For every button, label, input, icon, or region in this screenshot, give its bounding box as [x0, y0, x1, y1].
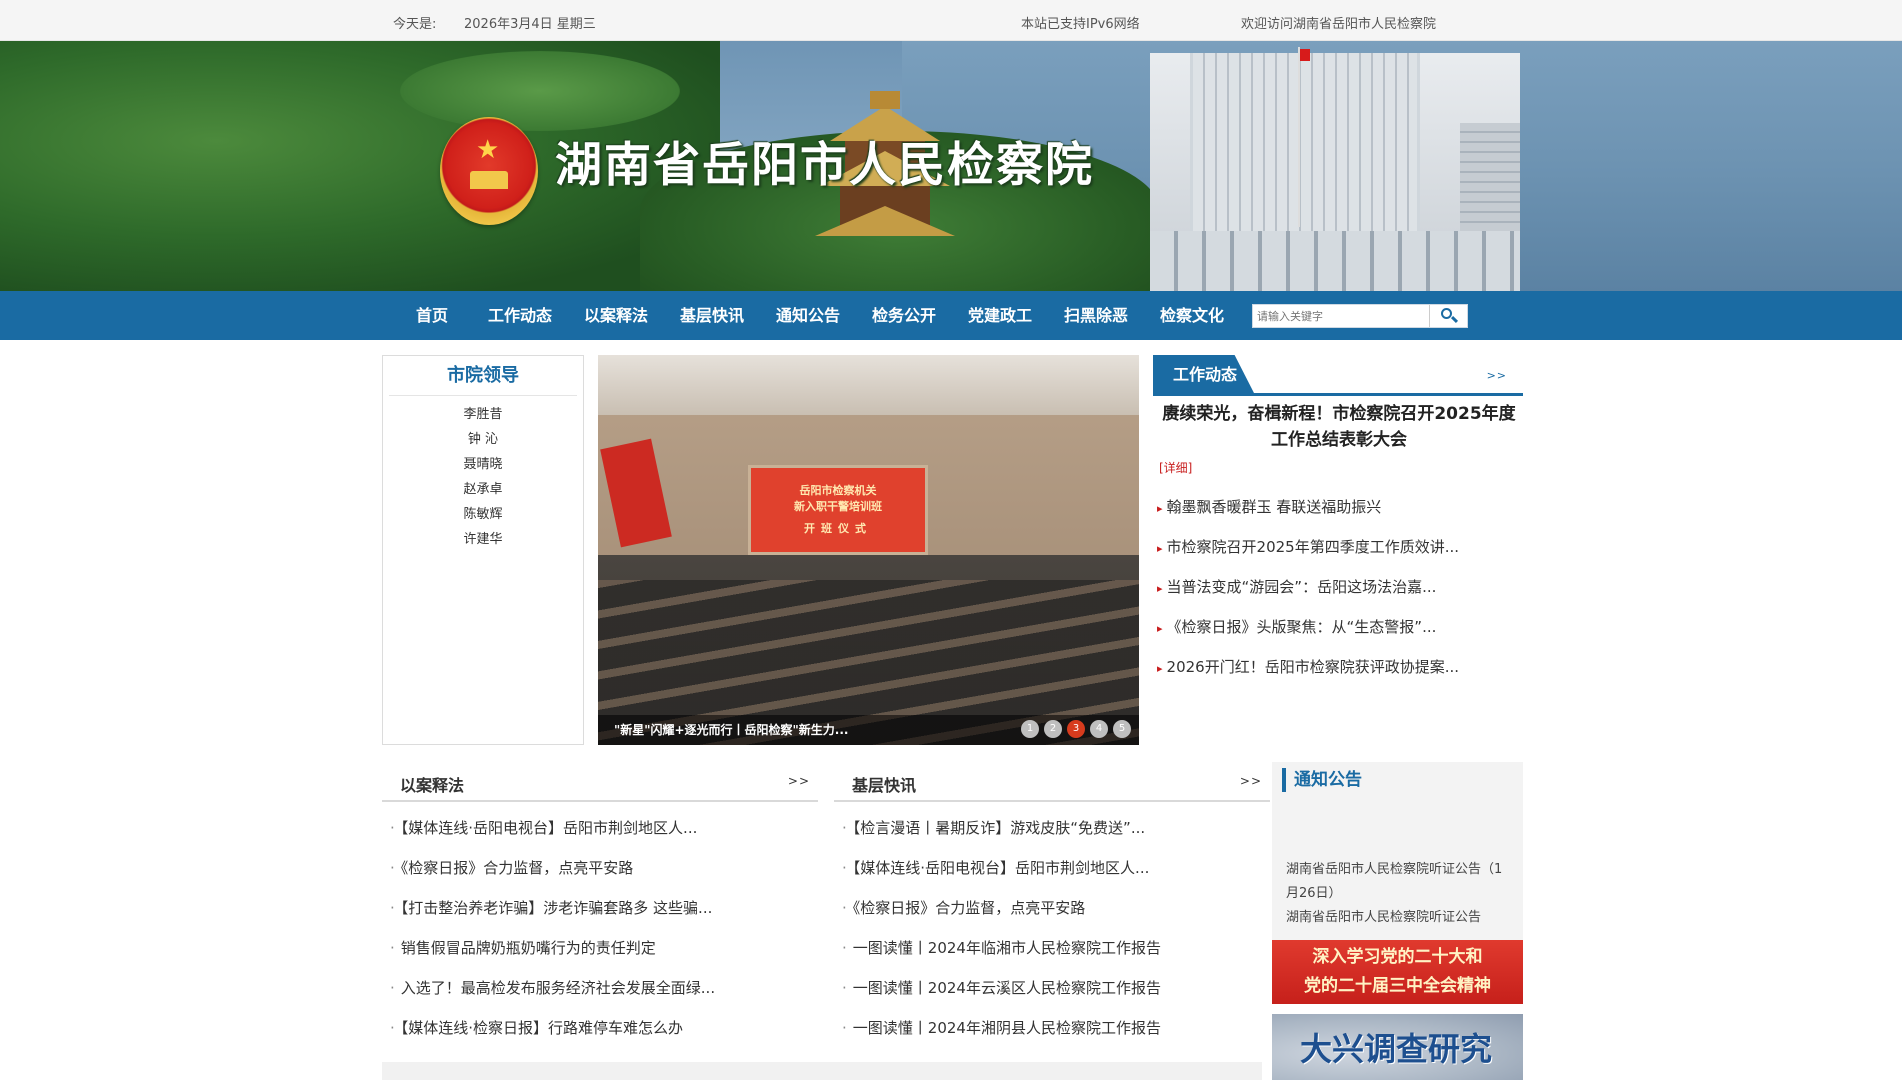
case-law-title: 以案释法	[400, 776, 465, 795]
slide-dot[interactable]: 5	[1113, 720, 1131, 738]
slide-dot[interactable]: 2	[1044, 720, 1062, 738]
work-news-more-link[interactable]: >>	[1487, 369, 1507, 382]
nav-item-anti-crime[interactable]: 扫黑除恶	[1048, 291, 1144, 340]
nav-item-home[interactable]: 首页	[392, 291, 472, 340]
island-image	[400, 51, 680, 131]
national-emblem-logo: ★	[440, 117, 538, 225]
notice-title: 通知公告	[1282, 768, 1362, 792]
list-item[interactable]: 2026开门红！岳阳市检察院获评政协提案...	[1157, 647, 1523, 687]
slide-dot-active[interactable]: 3	[1067, 720, 1085, 738]
header-banner: ★ 湖南省岳阳市人民检察院	[0, 41, 1902, 291]
notice-item[interactable]: 湖南省岳阳市人民检察院听证公告（1月26日）	[1286, 858, 1512, 906]
search-box	[1252, 304, 1468, 328]
case-law-more-link[interactable]: >>	[788, 774, 810, 788]
search-input[interactable]	[1257, 307, 1427, 325]
nav-item-case-law[interactable]: 以案释法	[568, 291, 664, 340]
leaders-list: 李胜昔 钟 沁 聂晴晓 赵承卓 陈敏辉 许建华	[383, 396, 583, 552]
leader-link[interactable]: 聂晴晓	[383, 452, 583, 477]
nav-item-notices[interactable]: 通知公告	[760, 291, 856, 340]
leaders-title: 市院领导	[389, 356, 577, 396]
case-law-list: 【媒体连线·岳阳电视台】岳阳市荆剑地区人... 《检察日报》合力监督，点亮平安路…	[382, 802, 818, 1046]
leaders-panel: 市院领导 李胜昔 钟 沁 聂晴晓 赵承卓 陈敏辉 许建华	[382, 355, 584, 745]
list-item[interactable]: 《检察日报》合力监督，点亮平安路	[382, 846, 818, 886]
nav-item-culture[interactable]: 检察文化	[1144, 291, 1240, 340]
list-item[interactable]: 一图读懂丨2024年湘阴县人民检察院工作报告	[834, 1006, 1270, 1046]
top-info-bar: 今天是: 2026年3月4日 星期三 本站已支持IPv6网络 欢迎访问湖南省岳阳…	[0, 0, 1902, 41]
date-value: 2026年3月4日 星期三	[464, 17, 596, 32]
notice-item[interactable]: 湖南省岳阳市人民检察院听证公告	[1286, 906, 1512, 930]
list-item[interactable]: 【媒体连线·岳阳电视台】岳阳市荆剑地区人...	[834, 846, 1270, 886]
procuratorate-building-image	[1150, 47, 1520, 291]
list-item[interactable]: 《检察日报》头版聚焦：从“生态警报”...	[1157, 607, 1523, 647]
list-item[interactable]: 一图读懂丨2024年临湘市人民检察院工作报告	[834, 926, 1270, 966]
grassroots-list: 【检言漫语丨暑期反诈】游戏皮肤“免费送”... 【媒体连线·岳阳电视台】岳阳市荆…	[834, 802, 1270, 1046]
nav-menu: 首页 工作动态 以案释法 基层快讯 通知公告 检务公开 党建政工 扫黑除恶 检察…	[392, 291, 1240, 340]
nav-item-affairs-disclosure[interactable]: 检务公开	[856, 291, 952, 340]
nav-item-work-news[interactable]: 工作动态	[472, 291, 568, 340]
survey-banner-text: 大兴调查研究	[1300, 1030, 1493, 1068]
list-item[interactable]: 《检察日报》合力监督，点亮平安路	[834, 886, 1270, 926]
list-item[interactable]: 【媒体连线·岳阳电视台】岳阳市荆剑地区人...	[382, 806, 818, 846]
list-item[interactable]: 【检言漫语丨暑期反诈】游戏皮肤“免费送”...	[834, 806, 1270, 846]
promo-line: 深入学习党的二十大和	[1312, 947, 1483, 967]
national-flag-icon	[1300, 49, 1310, 61]
leader-link[interactable]: 许建华	[383, 527, 583, 552]
promo-line: 党的二十届三中全会精神	[1304, 976, 1491, 996]
site-title: 湖南省岳阳市人民检察院	[555, 138, 1094, 193]
slide-pager: 1 2 3 4 5	[1021, 720, 1131, 738]
leader-link[interactable]: 陈敏辉	[383, 502, 583, 527]
work-news-list: 翰墨飘香暖群玉 春联送福助振兴 市检察院召开2025年第四季度工作质效讲... …	[1157, 487, 1523, 687]
headline-detail-link[interactable]: [详细]	[1159, 459, 1192, 476]
list-item[interactable]: 【媒体连线·检察日报】行路难停车难怎么办	[382, 1006, 818, 1046]
screen-line: 开班仪式	[804, 522, 872, 535]
list-item[interactable]: 销售假冒品牌奶瓶奶嘴行为的责任判定	[382, 926, 818, 966]
leader-link[interactable]: 赵承卓	[383, 477, 583, 502]
grassroots-title: 基层快讯	[852, 776, 917, 795]
ipv6-notice: 本站已支持IPv6网络	[1021, 17, 1140, 32]
party-study-banner[interactable]: 深入学习党的二十大和 党的二十届三中全会精神	[1272, 940, 1523, 1004]
screen-line: 岳阳市检察机关	[799, 484, 877, 497]
stage-screen: 岳阳市检察机关 新入职干警培训班 开班仪式	[748, 465, 928, 555]
case-law-panel: 以案释法 >> 【媒体连线·岳阳电视台】岳阳市荆剑地区人... 《检察日报》合力…	[382, 762, 818, 1046]
search-button[interactable]	[1429, 305, 1467, 327]
leader-link[interactable]: 钟 沁	[383, 427, 583, 452]
news-slideshow[interactable]: 岳阳市检察机关 新入职干警培训班 开班仪式 "新星"闪耀+逐光而行丨岳阳检察"新…	[598, 355, 1139, 745]
screen-line: 新入职干警培训班	[794, 500, 882, 513]
welcome-text: 欢迎访问湖南省岳阳市人民检察院	[1241, 17, 1437, 32]
list-item[interactable]: 入选了！最高检发布服务经济社会发展全面绿...	[382, 966, 818, 1006]
date-label: 今天是:	[393, 17, 437, 32]
list-item[interactable]: 当普法变成“游园会”：岳阳这场法治嘉...	[1157, 567, 1523, 607]
slide-dot[interactable]: 4	[1090, 720, 1108, 738]
footer-strip	[382, 1062, 1262, 1080]
list-item[interactable]: 翰墨飘香暖群玉 春联送福助振兴	[1157, 487, 1523, 527]
list-item[interactable]: 市检察院召开2025年第四季度工作质效讲...	[1157, 527, 1523, 567]
tab-work-news[interactable]: 工作动态	[1153, 355, 1255, 395]
notice-panel: 通知公告 湖南省岳阳市人民检察院听证公告（1月26日） 湖南省岳阳市人民检察院听…	[1272, 762, 1523, 940]
slide-dot[interactable]: 1	[1021, 720, 1039, 738]
work-news-headline[interactable]: 赓续荣光，奋楫新程！市检察院召开2025年度工作总结表彰大会	[1161, 401, 1517, 453]
leader-link[interactable]: 李胜昔	[383, 402, 583, 427]
nav-item-party-building[interactable]: 党建政工	[952, 291, 1048, 340]
nav-item-grassroots-news[interactable]: 基层快讯	[664, 291, 760, 340]
list-item[interactable]: 一图读懂丨2024年云溪区人民检察院工作报告	[834, 966, 1270, 1006]
grassroots-news-panel: 基层快讯 >> 【检言漫语丨暑期反诈】游戏皮肤“免费送”... 【媒体连线·岳阳…	[834, 762, 1270, 1046]
grassroots-more-link[interactable]: >>	[1240, 774, 1262, 788]
main-nav: 首页 工作动态 以案释法 基层快讯 通知公告 检务公开 党建政工 扫黑除恶 检察…	[0, 291, 1902, 340]
list-item[interactable]: 【打击整治养老诈骗】涉老诈骗套路多 这些骗...	[382, 886, 818, 926]
work-news-panel: 工作动态 >> 赓续荣光，奋楫新程！市检察院召开2025年度工作总结表彰大会 […	[1153, 355, 1523, 745]
survey-research-banner[interactable]: 大兴调查研究	[1272, 1014, 1523, 1080]
slide-caption[interactable]: "新星"闪耀+逐光而行丨岳阳检察"新生力...	[614, 721, 849, 738]
